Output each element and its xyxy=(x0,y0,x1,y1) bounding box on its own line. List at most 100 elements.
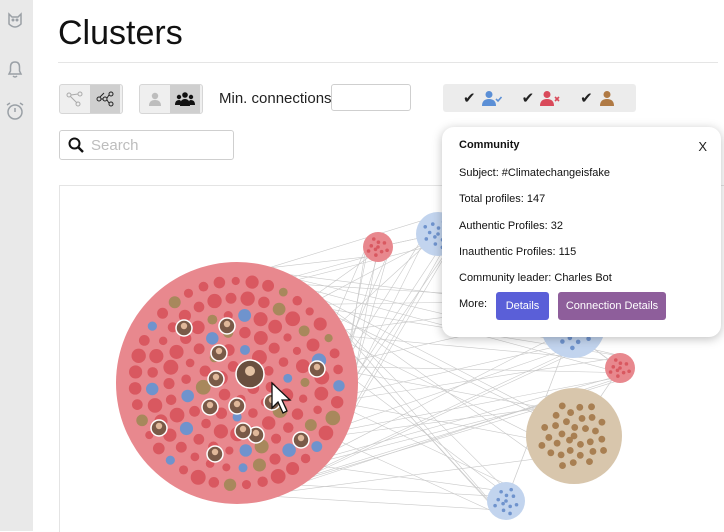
profile-node xyxy=(374,253,378,257)
connection-edge xyxy=(291,485,492,496)
avatar-face xyxy=(212,449,218,455)
profile-node xyxy=(232,277,240,285)
profile-node xyxy=(240,345,250,355)
checkmark-icon[interactable]: ✔ xyxy=(580,89,593,107)
profile-node xyxy=(586,336,591,341)
filter-authentic-users[interactable]: ✔ xyxy=(463,89,502,107)
min-connections-input[interactable] xyxy=(331,84,411,111)
profile-node xyxy=(545,434,552,441)
profile-node xyxy=(292,408,303,419)
profile-node xyxy=(547,449,554,456)
profile-node xyxy=(264,366,274,376)
popup-inauthentic-profiles: Inauthentic Profiles: 115 xyxy=(459,246,576,258)
profile-node xyxy=(224,479,236,491)
profile-node xyxy=(592,428,599,435)
avatar-face xyxy=(207,402,213,408)
profile-node xyxy=(299,325,310,336)
profile-node xyxy=(219,389,231,401)
profile-node xyxy=(248,408,258,418)
profile-node xyxy=(505,494,509,498)
connection-edge xyxy=(260,496,517,512)
connection-details-button[interactable]: Connection Details xyxy=(558,292,666,320)
single-user-button[interactable] xyxy=(140,85,170,113)
profile-node xyxy=(324,334,332,342)
details-button[interactable]: Details xyxy=(496,292,549,320)
profile-node xyxy=(560,339,565,344)
profile-node xyxy=(496,498,500,502)
profile-node xyxy=(301,454,310,463)
profile-node xyxy=(238,309,251,322)
connection-edge xyxy=(337,440,498,514)
profile-node xyxy=(493,504,497,508)
avatar-face xyxy=(213,374,219,380)
close-icon[interactable]: X xyxy=(698,139,707,154)
profile-node xyxy=(268,320,282,334)
profile-node xyxy=(240,444,252,456)
checkmark-icon[interactable]: ✔ xyxy=(522,89,535,107)
network-view-button[interactable] xyxy=(90,85,120,113)
profile-node xyxy=(132,399,143,410)
profile-node xyxy=(313,406,322,415)
profile-node xyxy=(577,452,584,459)
profile-node xyxy=(129,382,142,395)
profile-node xyxy=(181,390,194,403)
profile-node xyxy=(225,446,233,454)
profile-node xyxy=(285,311,300,326)
profile-node xyxy=(163,378,174,389)
profile-node xyxy=(571,424,578,431)
profile-node xyxy=(129,365,142,378)
profile-node xyxy=(163,360,178,375)
popup-community-leader: Community leader: Charles Bot xyxy=(459,272,612,284)
profile-node xyxy=(239,463,248,472)
profile-node xyxy=(189,406,200,417)
connection-edge xyxy=(352,240,455,388)
profile-node xyxy=(504,499,508,503)
single-user-icon xyxy=(148,91,162,107)
owl-icon[interactable] xyxy=(4,10,26,32)
profile-node xyxy=(209,477,220,488)
profile-node xyxy=(570,459,577,466)
profile-node xyxy=(147,367,158,378)
profile-node xyxy=(423,225,427,229)
search-box[interactable]: Search xyxy=(59,130,234,160)
checkmark-icon[interactable]: ✔ xyxy=(463,89,476,107)
page-title: Clusters xyxy=(58,14,183,53)
profile-node xyxy=(279,357,289,367)
profile-node xyxy=(374,248,378,252)
avatar-face xyxy=(253,430,259,436)
profile-node xyxy=(242,480,251,489)
profile-node xyxy=(331,396,343,408)
profile-node xyxy=(508,505,512,509)
profile-node xyxy=(148,321,157,330)
group-users-button[interactable] xyxy=(170,85,200,113)
profile-node xyxy=(181,374,191,384)
profile-node xyxy=(271,469,286,484)
profile-node xyxy=(257,476,267,486)
connection-edge xyxy=(352,253,388,383)
profile-node xyxy=(512,494,516,498)
connection-edge xyxy=(317,466,519,494)
network-view-icon xyxy=(96,91,114,107)
profile-node xyxy=(319,426,334,441)
profile-node xyxy=(179,465,188,474)
profile-node xyxy=(253,458,266,471)
filter-community-leaders[interactable]: ✔ xyxy=(580,89,615,107)
profile-node xyxy=(283,374,292,383)
profile-node xyxy=(132,349,146,363)
popup-title: Community xyxy=(459,139,520,151)
profile-node xyxy=(206,332,219,345)
profile-node xyxy=(201,419,211,429)
profile-node xyxy=(279,288,288,297)
profile-node xyxy=(222,463,230,471)
profile-node xyxy=(148,398,163,413)
profile-node xyxy=(616,369,620,373)
profile-node xyxy=(157,308,168,319)
filter-inauthentic-users[interactable]: ✔ xyxy=(522,89,561,107)
tree-view-button[interactable] xyxy=(60,85,90,113)
alarm-clock-icon[interactable] xyxy=(4,100,26,122)
profile-node xyxy=(254,331,268,345)
group-users-icon xyxy=(175,91,195,107)
bell-icon[interactable] xyxy=(4,58,26,80)
popup-subject: Subject: #Climatechangeisfake xyxy=(459,167,610,179)
profile-node xyxy=(139,335,150,346)
